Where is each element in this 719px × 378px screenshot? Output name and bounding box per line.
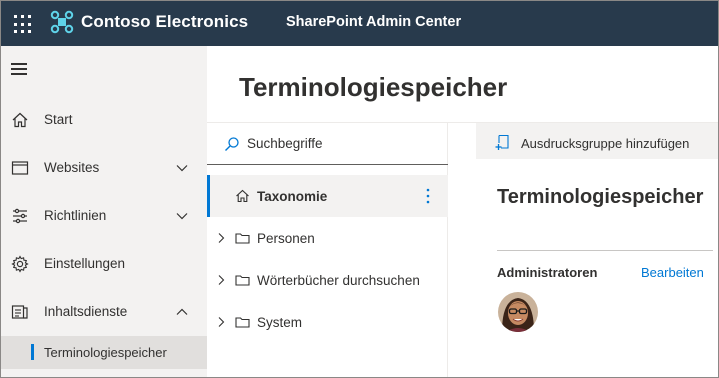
hamburger-menu-icon[interactable] <box>11 63 27 77</box>
suite-header: Contoso Electronics SharePoint Admin Cen… <box>1 1 718 46</box>
nav-item-label: Start <box>44 112 73 127</box>
contoso-logo-icon <box>50 10 74 34</box>
app-window: Contoso Electronics SharePoint Admin Cen… <box>0 0 719 378</box>
app-launcher-icon[interactable] <box>11 12 35 34</box>
policies-icon <box>13 208 27 224</box>
folder-icon <box>235 233 250 244</box>
selected-indicator <box>31 344 34 360</box>
tree-item-label: Personen <box>257 231 315 246</box>
administrators-label: Administratoren <box>497 265 598 280</box>
tree-item-label: Taxonomie <box>257 189 328 204</box>
selected-indicator <box>207 175 210 217</box>
page-title: Terminologiespeicher <box>239 72 508 102</box>
nav-item-label: Einstellungen <box>44 256 126 271</box>
folder-icon <box>235 275 250 286</box>
nav-subitem-label: Terminologiespeicher <box>44 345 167 360</box>
chevron-right-icon[interactable] <box>215 232 227 244</box>
chevron-down-icon[interactable] <box>175 161 189 175</box>
content-services-icon <box>11 305 28 319</box>
nav-item-start[interactable]: Start <box>1 98 207 142</box>
nav-subitem-terminologiespeicher[interactable]: Terminologiespeicher <box>1 336 207 369</box>
settings-icon <box>11 255 29 273</box>
nav-item-label: Richtlinien <box>44 208 107 223</box>
more-options-icon[interactable] <box>421 187 435 205</box>
home-icon <box>12 112 28 128</box>
tree-item-label: System <box>257 315 303 330</box>
nav-item-label: Websites <box>44 160 100 175</box>
folder-icon <box>235 317 250 328</box>
brand-name[interactable]: Contoso Electronics <box>81 12 248 32</box>
avatar[interactable] <box>498 292 538 332</box>
detail-title: Terminologiespeicher <box>497 186 704 208</box>
add-term-group-button[interactable]: Ausdrucksgruppe hinzufügen <box>476 123 718 159</box>
section-divider <box>497 250 713 251</box>
search-icon <box>225 137 239 151</box>
app-title[interactable]: SharePoint Admin Center <box>286 14 461 30</box>
chevron-down-icon[interactable] <box>175 209 189 223</box>
chevron-right-icon[interactable] <box>215 274 227 286</box>
tree-item-system[interactable]: System <box>207 301 448 343</box>
nav-item-label: Inhaltsdienste <box>44 304 128 319</box>
search-box[interactable]: Suchbegriffe <box>207 123 448 165</box>
tree-item-personen[interactable]: Personen <box>207 217 448 259</box>
tree-item-woerterbuecher[interactable]: Wörterbücher durchsuchen <box>207 259 448 301</box>
tree-item-taxonomie[interactable]: Taxonomie <box>207 175 448 217</box>
detail-pane: Ausdrucksgruppe hinzufügen Terminologies… <box>449 123 718 377</box>
nav-item-einstellungen[interactable]: Einstellungen <box>1 242 207 286</box>
home-icon <box>236 189 249 203</box>
edit-link[interactable]: Bearbeiten <box>641 265 704 280</box>
nav-item-websites[interactable]: Websites <box>1 146 207 190</box>
add-term-group-label: Ausdrucksgruppe hinzufügen <box>521 136 690 151</box>
chevron-up-icon[interactable] <box>175 305 189 319</box>
search-placeholder[interactable]: Suchbegriffe <box>247 136 323 151</box>
term-store-tree: Suchbegriffe Taxonomie Personen Wörterbü… <box>207 123 448 377</box>
tree-item-label: Wörterbücher durchsuchen <box>257 273 420 288</box>
left-navigation: Start Websites Richtlinien Einstellungen… <box>1 46 207 377</box>
websites-icon <box>11 161 29 175</box>
nav-item-inhaltsdienste[interactable]: Inhaltsdienste <box>1 290 207 334</box>
chevron-right-icon[interactable] <box>215 316 227 328</box>
nav-item-richtlinien[interactable]: Richtlinien <box>1 194 207 238</box>
add-term-group-icon <box>495 134 509 150</box>
